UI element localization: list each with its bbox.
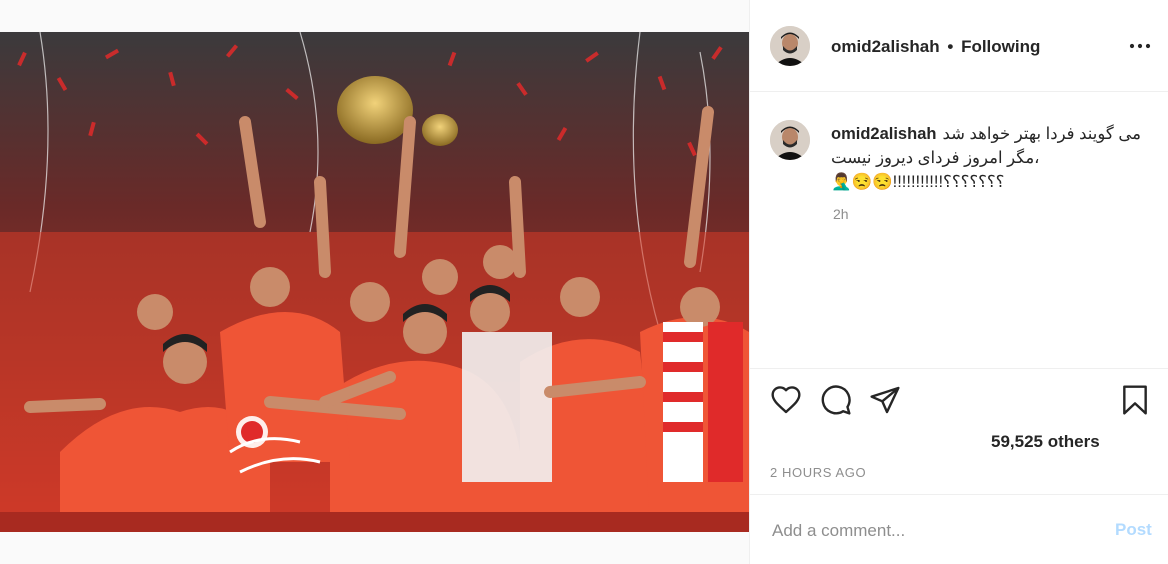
- post-timestamp: 2 HOURS AGO: [770, 465, 867, 480]
- likes-count[interactable]: 59,525 others: [991, 432, 1100, 452]
- header-user-line: omid2alishah • Following: [831, 37, 1040, 57]
- header-username[interactable]: omid2alishah: [831, 37, 940, 56]
- user-avatar-icon: [770, 26, 810, 66]
- caption-time[interactable]: 2h: [833, 206, 849, 222]
- post-photo[interactable]: [0, 32, 749, 532]
- caption: omid2alishah می گویند فردا بهتر خواهد شد…: [831, 122, 1151, 194]
- comment-input[interactable]: [770, 517, 1094, 545]
- follow-status[interactable]: Following: [961, 37, 1040, 56]
- post-header: omid2alishah • Following: [750, 0, 1168, 92]
- comment-icon[interactable]: [820, 384, 852, 416]
- caption-avatar[interactable]: [770, 120, 810, 160]
- action-bar: 59,525 others 2 HOURS AGO: [750, 368, 1168, 494]
- bookmark-icon[interactable]: [1119, 384, 1151, 416]
- post-sidebar: omid2alishah • Following omid2alishah می…: [749, 0, 1168, 564]
- more-horizontal-icon[interactable]: [1128, 34, 1152, 58]
- avatar[interactable]: [770, 26, 810, 66]
- post-comment-button[interactable]: Post: [1115, 520, 1152, 540]
- heart-icon[interactable]: [770, 384, 802, 416]
- comment-bar: Post: [750, 494, 1168, 564]
- send-icon[interactable]: [869, 384, 901, 416]
- caption-username[interactable]: omid2alishah: [831, 122, 936, 146]
- user-avatar-icon: [770, 120, 810, 160]
- photo-pane: [0, 0, 749, 564]
- header-separator: •: [947, 37, 954, 56]
